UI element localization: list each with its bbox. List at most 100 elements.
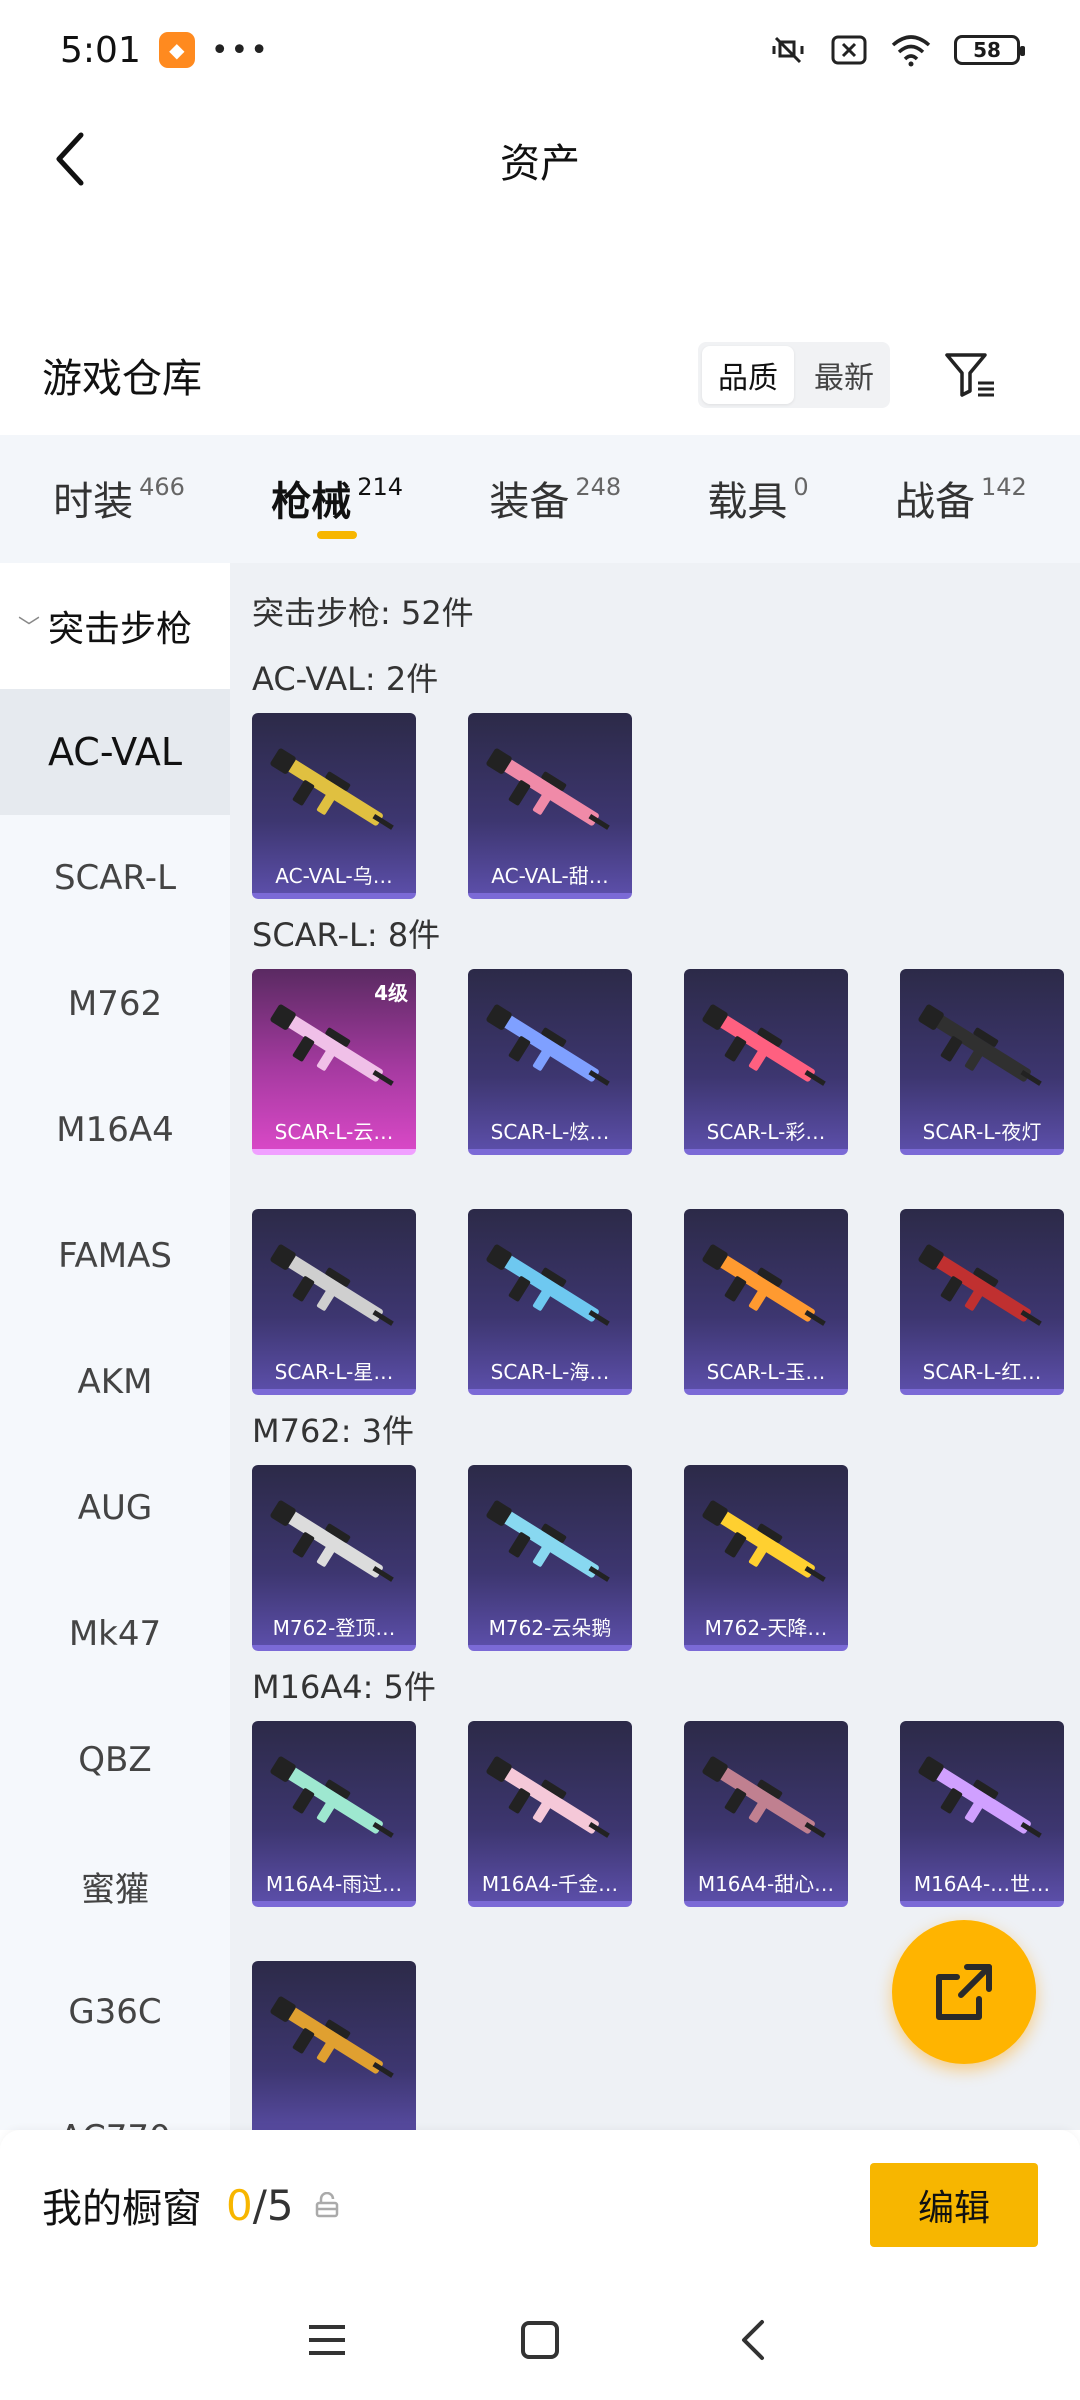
filter-button[interactable] <box>938 343 1002 407</box>
showcase-title: 我的橱窗 <box>42 2186 202 2232</box>
mute-vibrate-icon <box>772 36 804 64</box>
tab-count: 142 <box>980 473 1027 501</box>
weapon-skin-card[interactable]: M16A4-…世… <box>900 1721 1064 1907</box>
weapon-skin-card[interactable]: SCAR-L-夜灯 <box>900 969 1064 1155</box>
shopping-app-icon: ◆ <box>158 32 195 68</box>
weapon-skin-card[interactable]: SCAR-L-玉… <box>684 1209 848 1395</box>
weapon-skin-name: M16A4-千金… <box>481 1872 619 1896</box>
sidebar-item-qbz[interactable]: QBZ <box>0 1697 230 1823</box>
sort-by-newest-button[interactable]: 最新 <box>798 342 890 408</box>
chevron-left-icon <box>56 132 84 186</box>
weapon-skin-card[interactable]: SCAR-L-星… <box>252 1209 416 1395</box>
weapon-content: 突击步枪: 52件 AC-VAL: 2件 AC-VAL-乌… AC-VAL-甜… SC… <box>230 563 1080 2130</box>
weapon-skin-card[interactable]: AC-VAL-乌… <box>252 713 416 899</box>
tab-label: 载具 <box>707 479 788 525</box>
weapon-grid: 4级 SCAR-L-云… SCAR-L-炫… SCAR-L-彩… SCAR-L-夜灯 SC… <box>252 969 1080 1395</box>
battery-level: 58 <box>973 38 1001 62</box>
weapon-skin-card[interactable]: AC-VAL-甜… <box>468 713 632 899</box>
sort-by-quality-button[interactable]: 品质 <box>702 346 794 404</box>
weapon-skin-card[interactable]: M762-云朵鹅 <box>468 1465 632 1651</box>
rifle-icon <box>270 1756 394 1838</box>
weapon-skin-card[interactable]: SCAR-L-红… <box>900 1209 1064 1395</box>
app-header: 资产 <box>0 100 1080 220</box>
share-fab-button[interactable] <box>892 1920 1036 2064</box>
lock-icon <box>315 2192 338 2218</box>
weapon-skin-name: SCAR-L-彩… <box>706 1120 826 1144</box>
sidebar-item-scar-l[interactable]: SCAR-L <box>0 815 230 941</box>
category-summary: 突击步枪: 52件 <box>252 594 474 632</box>
tab-firearms[interactable]: 枪械 214 <box>271 459 403 539</box>
weapon-group-label: SCAR-L: 8件 <box>252 916 441 954</box>
rifle-icon <box>486 1004 610 1086</box>
weapon-skin-name: AC-VAL-乌… <box>275 864 393 888</box>
weapon-skin-card[interactable]: M16A4-雨过… <box>252 1721 416 1907</box>
page-title: 资产 <box>500 141 580 187</box>
sidebar-item-ac-val[interactable]: AC-VAL <box>0 689 230 815</box>
rifle-icon <box>918 1244 1042 1326</box>
rifle-icon <box>486 1244 610 1326</box>
sidebar-item-ac770[interactable]: AC770 <box>0 2075 230 2130</box>
showcase-bar: 我的橱窗 0/5 编辑 <box>0 2130 1080 2280</box>
system-nav-bar <box>0 2280 1080 2400</box>
no-sim-icon <box>831 35 867 65</box>
sort-toggle: 品质 最新 <box>698 342 890 408</box>
weapon-sidebar: ﹀ 突击步枪 AC-VAL SCAR-L M762 M16A4 FAMAS AK… <box>0 563 230 2130</box>
showcase-total: /5 <box>252 2180 294 2230</box>
weapon-grid: AC-VAL-乌… AC-VAL-甜… <box>252 713 1080 899</box>
tab-label: 枪械 <box>271 479 352 525</box>
weapon-skin-name: M762-登顶… <box>272 1616 396 1640</box>
tab-fashion[interactable]: 时装 466 <box>53 459 185 539</box>
weapon-skin-name: SCAR-L-海… <box>490 1360 610 1384</box>
sidebar-item-mk47[interactable]: Mk47 <box>0 1571 230 1697</box>
home-button[interactable] <box>505 2305 575 2375</box>
rifle-icon <box>918 1756 1042 1838</box>
item-level-badge: 4级 <box>374 981 408 1005</box>
system-back-button[interactable] <box>718 2305 788 2375</box>
more-notifications-icon: ••• <box>210 32 270 68</box>
back-button[interactable] <box>40 124 100 194</box>
tab-count: 466 <box>139 473 185 501</box>
tab-count: 214 <box>357 473 404 501</box>
weapon-groups: AC-VAL: 2件 AC-VAL-乌… AC-VAL-甜… SCAR-L: 8件 4级… <box>252 651 1080 2130</box>
rifle-icon <box>486 1500 610 1582</box>
sidebar-group-assault-rifles[interactable]: ﹀ 突击步枪 <box>0 563 230 689</box>
rifle-icon <box>270 1996 394 2078</box>
weapon-skin-card[interactable]: 4级 SCAR-L-云… <box>252 969 416 1155</box>
weapon-group-label: M16A4: 5件 <box>252 1668 436 1706</box>
weapon-skin-name: SCAR-L-红… <box>922 1360 1042 1384</box>
wifi-icon <box>891 35 931 67</box>
weapon-skin-card[interactable]: SCAR-L-海… <box>468 1209 632 1395</box>
sidebar-item-g36c[interactable]: G36C <box>0 1949 230 2075</box>
weapon-skin-card[interactable]: M762-登顶… <box>252 1465 416 1651</box>
showcase-count: 0/5 <box>226 2181 294 2230</box>
sidebar-item-m762[interactable]: M762 <box>0 941 230 1067</box>
weapon-skin-card[interactable]: M16A4-甜心… <box>684 1721 848 1907</box>
tab-equipment[interactable]: 装备 248 <box>489 459 621 539</box>
edit-button[interactable]: 编辑 <box>870 2163 1038 2247</box>
weapon-skin-card[interactable]: SCAR-L-彩… <box>684 969 848 1155</box>
weapon-skin-name: SCAR-L-炫… <box>490 1120 610 1144</box>
rifle-icon <box>270 1500 394 1582</box>
weapon-skin-card[interactable]: SCAR-L-炫… <box>468 969 632 1155</box>
warehouse-title: 游戏仓库 <box>42 356 202 402</box>
sidebar-item-aug[interactable]: AUG <box>0 1445 230 1571</box>
tab-count: 248 <box>575 473 622 501</box>
weapon-skin-name: SCAR-L-云… <box>274 1120 394 1144</box>
sidebar-item-famas[interactable]: FAMAS <box>0 1193 230 1319</box>
sidebar-item-akm[interactable]: AKM <box>0 1319 230 1445</box>
weapon-skin-card[interactable]: M762-天降… <box>684 1465 848 1651</box>
weapon-skin-name: SCAR-L-玉… <box>706 1360 826 1384</box>
tab-tactical-gear[interactable]: 战备 142 <box>895 459 1027 539</box>
rifle-icon <box>270 748 394 830</box>
weapon-skin-card[interactable]: M16A4-千金… <box>468 1721 632 1907</box>
weapon-skin-name: M16A4-甜心… <box>697 1872 835 1896</box>
weapon-skin-name: SCAR-L-夜灯 <box>922 1120 1042 1144</box>
weapon-skin-name: SCAR-L-星… <box>274 1360 394 1384</box>
tab-vehicles[interactable]: 载具 0 <box>707 459 808 539</box>
weapon-skin-card[interactable] <box>252 1961 416 2130</box>
sidebar-item-honey-badger[interactable]: 蜜獾 <box>0 1823 230 1949</box>
menu-button[interactable] <box>292 2305 362 2375</box>
tab-label: 战备 <box>894 479 975 525</box>
sidebar-item-m16a4[interactable]: M16A4 <box>0 1067 230 1193</box>
tab-label: 装备 <box>489 479 570 525</box>
